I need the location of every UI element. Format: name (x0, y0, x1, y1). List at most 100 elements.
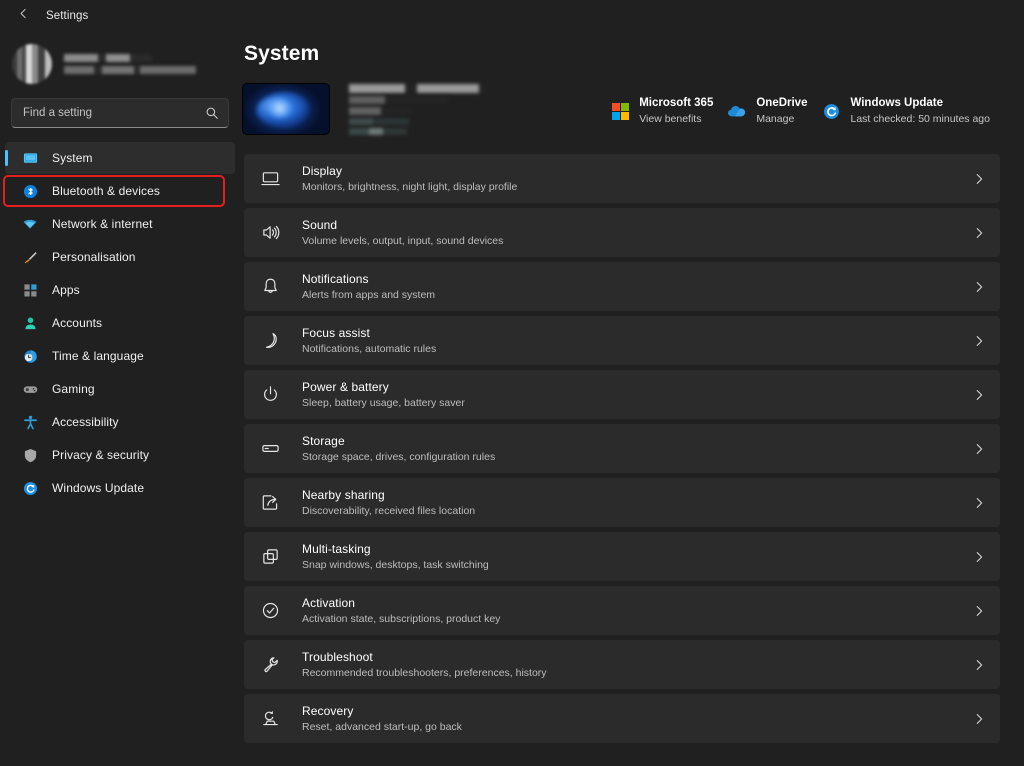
hero-link-microsoft-365[interactable]: Microsoft 365 View benefits (606, 92, 723, 130)
chevron-right-icon (972, 280, 986, 294)
settings-row-title: Notifications (302, 271, 972, 287)
wifi-icon (22, 216, 38, 232)
main-content: System Microsoft 365 (240, 0, 1024, 766)
search-container (0, 98, 240, 128)
settings-row-title: Recovery (302, 703, 972, 719)
settings-row-display[interactable]: Display Monitors, brightness, night ligh… (244, 154, 1000, 203)
settings-row-subtitle: Alerts from apps and system (302, 288, 972, 302)
back-button[interactable] (8, 3, 38, 29)
moon-icon (260, 331, 280, 351)
gamepad-icon (22, 381, 38, 397)
hero-link-title: Microsoft 365 (639, 96, 713, 111)
sidebar-item-bluetooth-devices[interactable]: Bluetooth & devices (5, 175, 235, 207)
search-box[interactable] (11, 98, 229, 128)
settings-row-multi-tasking[interactable]: Multi-tasking Snap windows, desktops, ta… (244, 532, 1000, 581)
sidebar-item-label: Privacy & security (52, 448, 149, 462)
settings-row-notifications[interactable]: Notifications Alerts from apps and syste… (244, 262, 1000, 311)
sidebar-item-label: Accessibility (52, 415, 119, 429)
settings-row-title: Display (302, 163, 972, 179)
settings-row-title: Power & battery (302, 379, 972, 395)
sidebar-item-windows-update[interactable]: Windows Update (5, 472, 235, 504)
device-rename-link-redacted[interactable] (349, 128, 407, 135)
hero-link-subtitle: Manage (756, 112, 807, 126)
person-icon (22, 315, 38, 331)
sidebar-item-accessibility[interactable]: Accessibility (5, 406, 235, 438)
settings-row-nearby-sharing[interactable]: Nearby sharing Discoverability, received… (244, 478, 1000, 527)
hero-link-title: OneDrive (756, 96, 807, 111)
sidebar-item-apps[interactable]: Apps (5, 274, 235, 306)
chevron-right-icon (972, 172, 986, 186)
settings-row-subtitle: Storage space, drives, configuration rul… (302, 450, 972, 464)
window-title: Settings (46, 10, 88, 22)
power-icon (260, 385, 280, 405)
avatar (12, 44, 52, 84)
sidebar-item-label: Bluetooth & devices (52, 184, 160, 198)
chevron-right-icon (972, 496, 986, 510)
back-arrow-icon (17, 7, 30, 25)
hero-link-onedrive[interactable]: OneDrive Manage (723, 92, 817, 130)
settings-row-focus-assist[interactable]: Focus assist Notifications, automatic ru… (244, 316, 1000, 365)
settings-row-subtitle: Reset, advanced start-up, go back (302, 720, 972, 734)
clock-globe-icon (22, 348, 38, 364)
search-icon (205, 106, 219, 120)
settings-row-storage[interactable]: Storage Storage space, drives, configura… (244, 424, 1000, 473)
settings-row-subtitle: Monitors, brightness, night light, displ… (302, 180, 972, 194)
sidebar-item-label: Windows Update (52, 481, 144, 495)
update-refresh-icon (821, 101, 841, 121)
profile-name-redacted (64, 54, 152, 62)
chevron-right-icon (972, 334, 986, 348)
settings-row-sound[interactable]: Sound Volume levels, output, input, soun… (244, 208, 1000, 257)
chevron-right-icon (972, 550, 986, 564)
profile-text (64, 54, 196, 74)
sidebar-item-personalisation[interactable]: Personalisation (5, 241, 235, 273)
page-title: System (244, 42, 1024, 66)
hero-link-subtitle: View benefits (639, 112, 713, 126)
drive-icon (260, 439, 280, 459)
hero-link-windows-update[interactable]: Windows Update Last checked: 50 minutes … (817, 92, 1000, 130)
sidebar-item-time-language[interactable]: Time & language (5, 340, 235, 372)
device-meta-redacted (349, 84, 487, 135)
chevron-right-icon (972, 604, 986, 618)
bell-icon (260, 277, 280, 297)
settings-row-recovery[interactable]: Recovery Reset, advanced start-up, go ba… (244, 694, 1000, 743)
chevron-right-icon (972, 226, 986, 240)
settings-list: Display Monitors, brightness, night ligh… (240, 154, 1024, 743)
user-profile[interactable] (0, 36, 240, 92)
apps-grid-icon (22, 282, 38, 298)
settings-row-power-battery[interactable]: Power & battery Sleep, battery usage, ba… (244, 370, 1000, 419)
shield-icon (22, 447, 38, 463)
chevron-right-icon (972, 388, 986, 402)
settings-row-title: Storage (302, 433, 972, 449)
sidebar-item-privacy-security[interactable]: Privacy & security (5, 439, 235, 471)
windows-stack-icon (260, 547, 280, 567)
sidebar: System Bluetooth & devices Network & int… (0, 0, 240, 766)
settings-row-title: Troubleshoot (302, 649, 972, 665)
settings-window: Settings System (0, 0, 1024, 766)
device-detail-redacted (349, 107, 413, 115)
settings-row-title: Sound (302, 217, 972, 233)
title-bar: Settings (0, 0, 1024, 32)
settings-row-troubleshoot[interactable]: Troubleshoot Recommended troubleshooters… (244, 640, 1000, 689)
settings-row-subtitle: Notifications, automatic rules (302, 342, 972, 356)
sidebar-item-label: System (52, 151, 93, 165)
chevron-right-icon (972, 658, 986, 672)
sidebar-item-label: Accounts (52, 316, 102, 330)
sidebar-item-network-internet[interactable]: Network & internet (5, 208, 235, 240)
sidebar-item-system[interactable]: System (5, 142, 235, 174)
settings-row-subtitle: Volume levels, output, input, sound devi… (302, 234, 972, 248)
settings-row-subtitle: Sleep, battery usage, battery saver (302, 396, 972, 410)
settings-row-activation[interactable]: Activation Activation state, subscriptio… (244, 586, 1000, 635)
sidebar-item-label: Time & language (52, 349, 144, 363)
monitor-icon (22, 150, 38, 166)
sidebar-item-gaming[interactable]: Gaming (5, 373, 235, 405)
wrench-icon (260, 655, 280, 675)
share-icon (260, 493, 280, 513)
search-input[interactable] (23, 107, 205, 119)
sidebar-item-accounts[interactable]: Accounts (5, 307, 235, 339)
recovery-icon (260, 709, 280, 729)
chevron-right-icon (972, 442, 986, 456)
settings-row-subtitle: Recommended troubleshooters, preferences… (302, 666, 972, 680)
sidebar-item-label: Gaming (52, 382, 95, 396)
sidebar-nav: System Bluetooth & devices Network & int… (0, 142, 240, 504)
sidebar-item-label: Apps (52, 283, 80, 297)
